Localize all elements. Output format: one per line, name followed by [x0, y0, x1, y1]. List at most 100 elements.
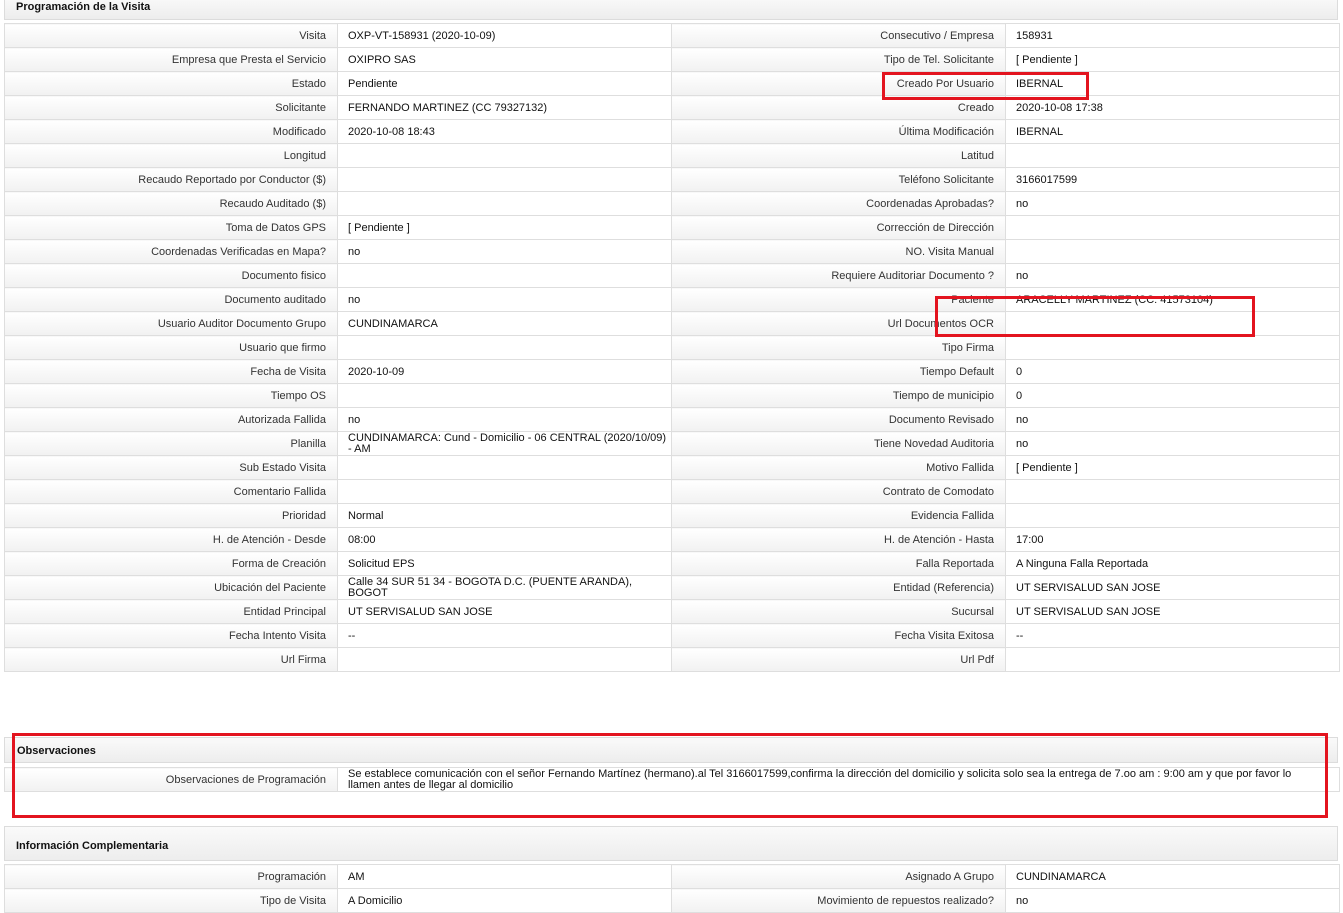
field-label: NO. Visita Manual: [671, 239, 1006, 264]
field-label: Asignado A Grupo: [671, 864, 1006, 889]
field-label: Contrato de Comodato: [671, 479, 1006, 504]
programacion-title: Programación de la Visita: [16, 1, 151, 13]
table-row: Fecha Intento Visita -- Fecha Visita Exit…: [4, 623, 1340, 648]
field-value: no: [1005, 431, 1340, 456]
field-label: Motivo Fallida: [671, 455, 1006, 480]
field-label: Consecutivo / Empresa: [671, 23, 1006, 48]
field-label: Movimiento de repuestos realizado?: [671, 888, 1006, 913]
field-value: [1005, 335, 1340, 360]
field-value: 2020-10-08 17:38: [1005, 95, 1340, 120]
table-row: Programación AM Asignado A Grupo CUNDINAMAR…: [4, 864, 1340, 889]
field-value: 2020-10-09: [337, 359, 672, 384]
field-label: Tiene Novedad Auditoria: [671, 431, 1006, 456]
table-row: Prioridad Normal Evidencia Fallida: [4, 503, 1340, 528]
field-label: Tiempo Default: [671, 359, 1006, 384]
table-row: Entidad Principal UT SERVISALUD SAN JOSE S…: [4, 599, 1340, 624]
field-label: Entidad (Referencia): [671, 575, 1006, 600]
field-label: Url Documentos OCR: [671, 311, 1006, 336]
field-value: [337, 143, 672, 168]
field-label: Documento auditado: [4, 287, 338, 312]
field-label: Creado Por Usuario: [671, 71, 1006, 96]
field-label: Usuario que firmo: [4, 335, 338, 360]
field-value: UT SERVISALUD SAN JOSE: [337, 599, 672, 624]
field-label: Paciente: [671, 287, 1006, 312]
field-value: 3166017599: [1005, 167, 1340, 192]
field-value: 158931: [1005, 23, 1340, 48]
table-row: Empresa que Presta el Servicio OXIPRO SAS…: [4, 47, 1340, 72]
table-row: Forma de Creación Solicitud EPS Falla Repo…: [4, 551, 1340, 576]
field-label: Visita: [4, 23, 338, 48]
field-value: CUNDINAMARCA: Cund - Domicilio - 06 CENT…: [337, 431, 672, 456]
field-value: no: [337, 239, 672, 264]
field-value: Pendiente: [337, 71, 672, 96]
field-label: Evidencia Fallida: [671, 503, 1006, 528]
field-label: Sub Estado Visita: [4, 455, 338, 480]
table-row: Fecha de Visita 2020-10-09 Tiempo Default…: [4, 359, 1340, 384]
field-label: Ubicación del Paciente: [4, 575, 338, 600]
field-value: FERNANDO MARTINEZ (CC 79327132): [337, 95, 672, 120]
field-value: [ Pendiente ]: [1005, 455, 1340, 480]
field-label: H. de Atención - Hasta: [671, 527, 1006, 552]
observaciones-table: Observaciones de Programación Se estable…: [4, 767, 1340, 792]
table-row: Recaudo Reportado por Conductor ($) Teléf…: [4, 167, 1340, 192]
field-label: Tipo Firma: [671, 335, 1006, 360]
field-label: Entidad Principal: [4, 599, 338, 624]
field-value: no: [1005, 191, 1340, 216]
table-row: Url Firma Url Pdf: [4, 647, 1340, 672]
field-value: [1005, 239, 1340, 264]
table-row: Observaciones de Programación Se estable…: [4, 767, 1340, 792]
observaciones-value: Se establece comunicación con el señor F…: [337, 767, 1340, 792]
table-row: H. de Atención - Desde 08:00 H. de Atenció…: [4, 527, 1340, 552]
table-row: Sub Estado Visita Motivo Fallida[ Pendien…: [4, 455, 1340, 480]
field-value: --: [337, 623, 672, 648]
field-label: Última Modificación: [671, 119, 1006, 144]
field-value: 0: [1005, 383, 1340, 408]
field-label: Fecha Intento Visita: [4, 623, 338, 648]
complementaria-title: Información Complementaria: [16, 840, 169, 852]
field-label: Programación: [4, 864, 338, 889]
field-label: Prioridad: [4, 503, 338, 528]
field-value: [337, 263, 672, 288]
field-value: no: [1005, 407, 1340, 432]
field-label: Tiempo de municipio: [671, 383, 1006, 408]
field-value: [1005, 479, 1340, 504]
field-label: Documento fisico: [4, 263, 338, 288]
field-label: Modificado: [4, 119, 338, 144]
table-row: Visita OXP-VT-158931 (2020-10-09) Consecut…: [4, 23, 1340, 48]
field-label: Fecha de Visita: [4, 359, 338, 384]
field-value: no: [337, 407, 672, 432]
field-label: Forma de Creación: [4, 551, 338, 576]
field-label: Planilla: [4, 431, 338, 456]
programacion-header: Programación de la Visita: [4, 0, 1338, 20]
field-value: 0: [1005, 359, 1340, 384]
table-row: Estado Pendiente Creado Por Usuario IBERNAL: [4, 71, 1340, 96]
field-value: CUNDINAMARCA: [337, 311, 672, 336]
table-row: Documento auditado no Paciente ARACELLY MA…: [4, 287, 1340, 312]
field-label: Url Firma: [4, 647, 338, 672]
field-label: Coordenadas Aprobadas?: [671, 191, 1006, 216]
table-row: Usuario Auditor Documento Grupo CUNDINAMA…: [4, 311, 1340, 336]
field-value: [337, 479, 672, 504]
table-row: Recaudo Auditado ($) Coordenadas Aprobada…: [4, 191, 1340, 216]
field-value: [337, 167, 672, 192]
field-value: AM: [337, 864, 672, 889]
field-label: Creado: [671, 95, 1006, 120]
table-row: Coordenadas Verificadas en Mapa? no NO. V…: [4, 239, 1340, 264]
field-value: --: [1005, 623, 1340, 648]
field-value: [1005, 647, 1340, 672]
table-row: Solicitante FERNANDO MARTINEZ (CC 7932713…: [4, 95, 1340, 120]
field-value: IBERNAL: [1005, 119, 1340, 144]
field-value: 17:00: [1005, 527, 1340, 552]
field-value: OXIPRO SAS: [337, 47, 672, 72]
field-value: [337, 455, 672, 480]
field-label: Longitud: [4, 143, 338, 168]
complementaria-header: Información Complementaria: [4, 826, 1338, 861]
field-value: ARACELLY MARTINEZ (CC: 41573104): [1005, 287, 1340, 312]
field-label: H. de Atención - Desde: [4, 527, 338, 552]
table-row: Longitud Latitud: [4, 143, 1340, 168]
field-value: no: [1005, 888, 1340, 913]
field-label: Recaudo Reportado por Conductor ($): [4, 167, 338, 192]
field-label: Fecha Visita Exitosa: [671, 623, 1006, 648]
field-label: Empresa que Presta el Servicio: [4, 47, 338, 72]
table-row: Toma de Datos GPS[ Pendiente ] Corrección…: [4, 215, 1340, 240]
